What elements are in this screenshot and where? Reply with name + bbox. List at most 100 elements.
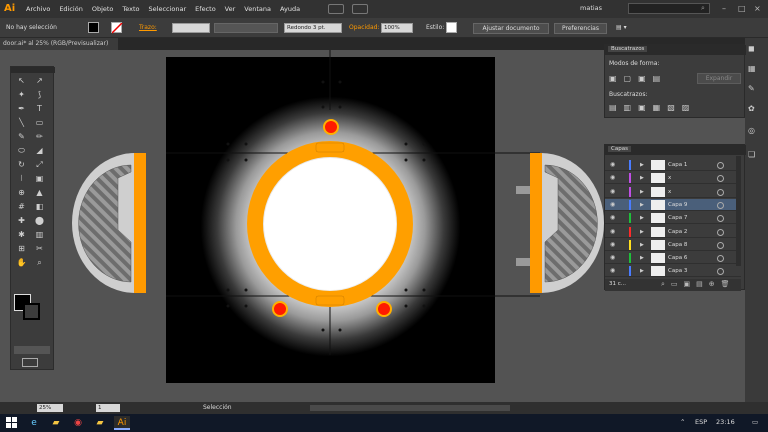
lasso-icon[interactable]: ⟆ <box>33 89 46 100</box>
menu-ver[interactable]: Ver <box>225 5 236 13</box>
layer-name[interactable]: Capa 1 <box>668 159 687 171</box>
visibility-eye-icon[interactable]: ◉ <box>610 252 615 264</box>
minimize-icon[interactable]: – <box>722 4 726 13</box>
gradient-icon[interactable]: ◧ <box>33 201 46 212</box>
target-circle-icon[interactable] <box>717 201 724 209</box>
target-circle-icon[interactable] <box>717 255 724 263</box>
layer-actions[interactable]: ⌕▭▣▤⊕🗑 <box>661 280 736 289</box>
edge-icon[interactable]: e <box>26 416 42 430</box>
style-swatch[interactable] <box>446 22 457 33</box>
menu-archivo[interactable]: Archivo <box>26 5 50 13</box>
menu-edicion[interactable]: Edición <box>59 5 83 13</box>
width-icon[interactable]: ⦚ <box>15 173 28 184</box>
perspective-icon[interactable]: ▲ <box>33 187 46 198</box>
layers-header[interactable]: Capas <box>605 145 746 155</box>
hand-icon[interactable]: ✋ <box>15 257 28 268</box>
brushes-panel-icon[interactable]: ✎ <box>748 84 764 96</box>
visibility-eye-icon[interactable]: ◉ <box>610 172 615 184</box>
expand-triangle-icon[interactable]: ▶ <box>640 186 644 198</box>
layer-name[interactable]: Capa 2 <box>668 226 687 238</box>
layer-name[interactable]: x <box>668 172 671 184</box>
menu-ventana[interactable]: Ventana <box>244 5 271 13</box>
layer-row[interactable]: ◉ ▶ Capa 9 <box>605 198 741 211</box>
layer-name[interactable]: x <box>668 186 671 198</box>
swatches-panel-icon[interactable]: ▦ <box>748 64 764 76</box>
user-name[interactable]: matias <box>580 4 602 12</box>
expand-triangle-icon[interactable]: ▶ <box>640 172 644 184</box>
tools-panel-header[interactable] <box>11 67 55 73</box>
visibility-eye-icon[interactable]: ◉ <box>610 159 615 171</box>
rectangle-icon[interactable]: ▭ <box>33 117 46 128</box>
target-circle-icon[interactable] <box>717 268 724 276</box>
pen-icon[interactable]: ✒ <box>15 103 28 114</box>
layers-tab[interactable]: Capas <box>608 146 631 152</box>
drawing-modes-icon[interactable] <box>14 346 50 354</box>
opacity-label[interactable]: Opacidad: <box>349 24 380 31</box>
expand-triangle-icon[interactable]: ▶ <box>640 265 644 277</box>
windows-start-icon[interactable] <box>6 417 18 429</box>
close-icon[interactable]: × <box>754 4 761 13</box>
stroke-label[interactable]: Trazo: <box>139 24 157 31</box>
language-indicator[interactable]: ESP <box>695 418 707 426</box>
target-circle-icon[interactable] <box>717 175 724 183</box>
graph-icon[interactable]: ▥ <box>33 229 46 240</box>
visibility-eye-icon[interactable]: ◉ <box>610 226 615 238</box>
blend-icon[interactable]: ⬤ <box>33 215 46 226</box>
zoom-icon[interactable]: ⌕ <box>33 257 46 268</box>
pathfinder-buttons[interactable]: ▤▥▣▦▧▨ <box>609 103 696 112</box>
target-circle-icon[interactable] <box>717 188 724 196</box>
shape-builder-icon[interactable]: ⊕ <box>15 187 28 198</box>
layer-row[interactable]: ◉ ▶ x <box>605 172 741 185</box>
opacity-field[interactable]: 100% <box>381 23 413 33</box>
clock[interactable]: 23:16 <box>716 418 735 426</box>
stroke-color-box[interactable] <box>23 303 40 320</box>
menu-efecto[interactable]: Efecto <box>195 5 216 13</box>
color-panel-icon[interactable]: ◼ <box>748 44 764 56</box>
layer-row[interactable]: ◉ ▶ Capa 7 <box>605 212 741 225</box>
layer-name[interactable]: Capa 6 <box>668 252 687 264</box>
expand-triangle-icon[interactable]: ▶ <box>640 239 644 251</box>
symbol-sprayer-icon[interactable]: ✱ <box>15 229 28 240</box>
target-circle-icon[interactable] <box>717 215 724 223</box>
visibility-eye-icon[interactable]: ◉ <box>610 265 615 277</box>
eyedropper-icon[interactable]: ✚ <box>15 215 28 226</box>
search-field[interactable]: ⌕ <box>628 3 710 14</box>
direct-selection-icon[interactable]: ↗ <box>33 75 46 86</box>
layers-scrollbar[interactable] <box>736 156 741 266</box>
notifications-icon[interactable]: ▭ <box>752 418 758 426</box>
free-transform-icon[interactable]: ▣ <box>33 173 46 184</box>
maximize-icon[interactable]: □ <box>738 4 746 13</box>
layer-row[interactable]: ◉ ▶ Capa 8 <box>605 239 741 251</box>
document-tab[interactable]: door.ai* al 25% (RGB/Previsualizar) <box>0 38 118 50</box>
layer-name[interactable]: Capa 7 <box>668 212 687 224</box>
magic-wand-icon[interactable]: ✦ <box>15 89 28 100</box>
layers-panel-icon[interactable]: ❏ <box>748 150 764 162</box>
stroke-swatch[interactable] <box>111 22 123 34</box>
zoom-field[interactable]: 25% <box>37 404 63 412</box>
target-circle-icon[interactable] <box>717 228 724 236</box>
fill-swatch[interactable] <box>88 22 99 33</box>
shape-mode-buttons[interactable]: ▣▢▣▤ <box>609 74 667 83</box>
target-circle-icon[interactable] <box>717 162 724 169</box>
expand-triangle-icon[interactable]: ▶ <box>640 199 644 211</box>
target-circle-icon[interactable] <box>717 241 724 249</box>
document-setup-button[interactable]: Ajustar documento <box>473 23 549 34</box>
eraser-icon[interactable]: ◢ <box>33 145 46 156</box>
expand-triangle-icon[interactable]: ▶ <box>640 226 644 238</box>
bridge-icon[interactable] <box>328 4 344 14</box>
line-icon[interactable]: ╲ <box>15 117 28 128</box>
selection-icon[interactable]: ↖ <box>15 75 28 86</box>
layer-name[interactable]: Capa 9 <box>668 199 687 211</box>
network-icon[interactable]: ⌃ <box>680 418 685 426</box>
file-explorer-icon[interactable]: ▰ <box>48 416 64 430</box>
brush-definition-field[interactable]: Redondo 3 pt. <box>284 23 342 33</box>
mesh-icon[interactable]: # <box>15 201 28 212</box>
layer-row[interactable]: ◉ ▶ x <box>605 186 741 198</box>
layer-row[interactable]: ◉ ▶ Capa 1 <box>605 159 741 171</box>
illustrator-taskbar-icon[interactable]: Ai <box>114 416 130 430</box>
slice-icon[interactable]: ✂ <box>33 243 46 254</box>
visibility-eye-icon[interactable]: ◉ <box>610 239 615 251</box>
artboard-icon[interactable]: ⊞ <box>15 243 28 254</box>
folder-icon[interactable]: ▰ <box>92 416 108 430</box>
paintbrush-icon[interactable]: ✎ <box>15 131 28 142</box>
